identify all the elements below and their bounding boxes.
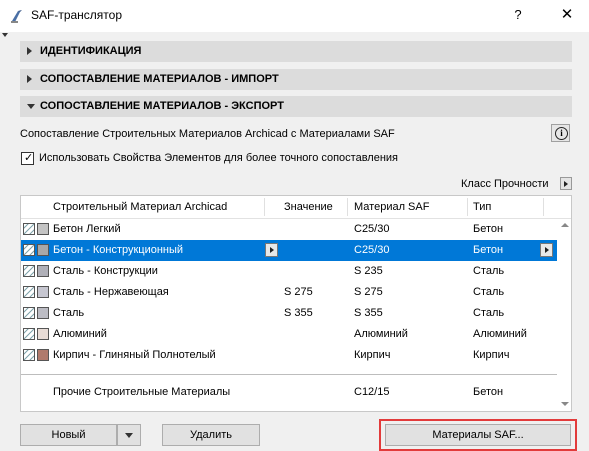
cell-material: Алюминий: [53, 328, 107, 340]
column-header-type[interactable]: Тип: [473, 201, 491, 213]
table-row[interactable]: Сталь S 355 S 355 Сталь: [20, 303, 557, 324]
cell-type: Сталь: [473, 286, 505, 298]
chevron-down-icon: [125, 433, 133, 438]
cell-saf-material: S 235: [354, 265, 383, 277]
cell-type: Кирпич: [473, 349, 510, 361]
scroll-down-icon[interactable]: [561, 402, 569, 406]
cell-saf-material: C25/30: [354, 244, 390, 256]
cell-value: S 355: [284, 307, 313, 319]
material-color-swatch: [37, 349, 49, 361]
cell-saf-material: S 275: [354, 286, 383, 298]
cell-type: Бетон: [473, 223, 504, 235]
cell-type: Бетон: [473, 244, 504, 256]
hatch-pattern-icon: [20, 241, 38, 259]
cell-material: Сталь - Конструкции: [53, 265, 158, 277]
expand-arrow-icon: [27, 47, 32, 55]
cell-saf-material: C25/30: [354, 223, 390, 235]
cell-material: Сталь - Нержавеющая: [53, 286, 169, 298]
cell-saf-material: Кирпич: [354, 349, 391, 361]
column-header-saf-material[interactable]: Материал SAF: [354, 201, 429, 213]
cell-type: Бетон: [473, 386, 504, 398]
cell-type: Сталь: [473, 265, 505, 277]
column-divider[interactable]: [467, 198, 468, 216]
section-label: СОПОСТАВЛЕНИЕ МАТЕРИАЛОВ - ЭКСПОРТ: [40, 100, 284, 112]
material-color-swatch: [37, 244, 49, 256]
hatch-pattern-icon: [20, 325, 38, 343]
cell-material: Кирпич - Глиняный Полнотелый: [53, 349, 216, 361]
cell-material: Бетон - Конструкционный: [53, 244, 184, 256]
material-color-swatch: [37, 307, 49, 319]
table-row[interactable]: Алюминий Алюминий Алюминий: [20, 324, 557, 345]
section-label: ИДЕНТИФИКАЦИЯ: [40, 45, 142, 57]
table-row[interactable]: Сталь - Нержавеющая S 275 S 275 Сталь: [20, 282, 557, 303]
delete-button[interactable]: Удалить: [162, 424, 260, 446]
section-material-import[interactable]: СОПОСТАВЛЕНИЕ МАТЕРИАЛОВ - ИМПОРТ: [20, 69, 572, 90]
expand-arrow-icon: [27, 75, 32, 83]
column-divider[interactable]: [264, 198, 265, 216]
column-divider[interactable]: [347, 198, 348, 216]
table-row[interactable]: Сталь - Конструкции S 235 Сталь: [20, 261, 557, 282]
cell-saf-material: Алюминий: [354, 328, 408, 340]
cell-material: Бетон Легкий: [53, 223, 121, 235]
highlight-frame: [379, 419, 577, 451]
checkbox-label: Использовать Свойства Элементов для боле…: [39, 152, 399, 164]
column-header-value[interactable]: Значение: [284, 201, 333, 213]
cell-material: Прочие Строительные Материалы: [53, 386, 231, 398]
info-button[interactable]: i: [551, 124, 570, 142]
cell-material: Сталь: [53, 307, 85, 319]
cell-type: Алюминий: [473, 328, 527, 340]
hatch-pattern-icon: [20, 262, 38, 280]
cell-value: S 275: [284, 286, 313, 298]
collapse-marker-icon: [2, 33, 8, 37]
material-color-swatch: [37, 223, 49, 235]
cell-type: Сталь: [473, 307, 505, 319]
strength-class-button[interactable]: [560, 177, 572, 190]
table-header: Строительный Материал Archicad Значение …: [21, 196, 571, 219]
title-bar: SAF-транслятор ? ✕: [0, 0, 589, 32]
column-divider[interactable]: [543, 198, 544, 216]
section-identification[interactable]: ИДЕНТИФИКАЦИЯ: [20, 41, 572, 62]
table-divider: [21, 374, 557, 375]
hatch-pattern-icon: [20, 220, 38, 238]
cell-saf-material: S 355: [354, 307, 383, 319]
section-material-export[interactable]: СОПОСТАВЛЕНИЕ МАТЕРИАЛОВ - ЭКСПОРТ: [20, 96, 572, 117]
help-button[interactable]: ?: [511, 7, 525, 22]
section-label: СОПОСТАВЛЕНИЕ МАТЕРИАЛОВ - ИМПОРТ: [40, 73, 279, 85]
row-arrow-button[interactable]: [540, 243, 553, 257]
checkmark-icon: ✓: [24, 152, 34, 164]
material-mapping-table: Строительный Материал Archicad Значение …: [20, 195, 572, 412]
mapping-description: Сопоставление Строительных Материалов Ar…: [20, 128, 395, 140]
hatch-pattern-icon: [20, 283, 38, 301]
strength-class-label: Класс Прочности: [461, 178, 549, 190]
hatch-pattern-icon: [20, 304, 38, 322]
arrow-right-icon: [270, 247, 274, 253]
material-color-swatch: [37, 286, 49, 298]
arrow-right-icon: [564, 181, 568, 187]
table-row[interactable]: Бетон - Конструкционный C25/30 Бетон: [20, 240, 557, 261]
new-button[interactable]: Новый: [20, 424, 117, 446]
collapse-arrow-icon: [27, 104, 35, 109]
material-color-swatch: [37, 265, 49, 277]
app-icon: [11, 10, 22, 23]
hatch-pattern-icon: [20, 346, 38, 364]
column-header-material[interactable]: Строительный Материал Archicad: [53, 201, 227, 213]
row-arrow-button[interactable]: [265, 243, 278, 257]
cell-saf-material: C12/15: [354, 386, 390, 398]
new-dropdown-button[interactable]: [117, 424, 141, 446]
material-color-swatch: [37, 328, 49, 340]
scroll-up-icon[interactable]: [561, 223, 569, 227]
arrow-right-icon: [545, 247, 549, 253]
close-button[interactable]: ✕: [560, 5, 574, 23]
info-icon: i: [555, 127, 568, 140]
window-title: SAF-транслятор: [31, 8, 123, 22]
use-element-properties-checkbox[interactable]: ✓: [21, 152, 34, 165]
table-row-other-materials[interactable]: Прочие Строительные Материалы C12/15 Бет…: [21, 382, 557, 403]
table-row[interactable]: Бетон Легкий C25/30 Бетон: [20, 219, 557, 240]
table-row[interactable]: Кирпич - Глиняный Полнотелый Кирпич Кирпич: [20, 345, 557, 366]
